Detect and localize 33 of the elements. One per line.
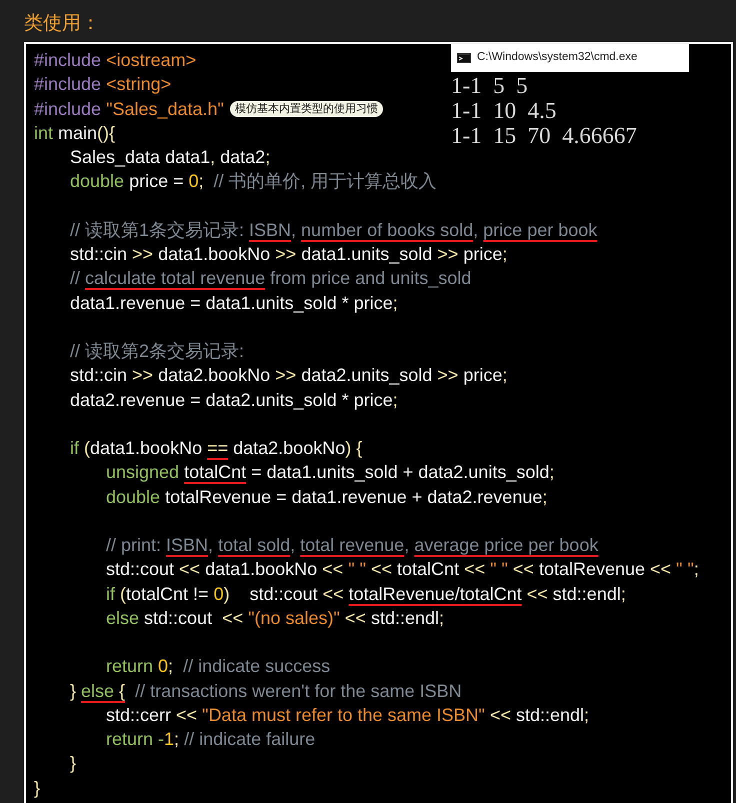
code-line: else std::cout << "(no sales)" << std::endl; [106,606,444,630]
console-output-line: 1-1 15 70 4.66667 [451,123,638,148]
code-line: data1.revenue = data1.units_sold * price; [70,292,398,315]
code-line: } [34,776,40,800]
code-line: // 读取第1条交易记录: ISBN, number of books sold, price per book [70,218,598,242]
code-line: Sales_data data1, data2; [70,146,270,169]
window-title: C:\Windows\system32\cmd.exe [477,50,638,66]
code-line: std::cout << data1.bookNo << " " << totalCnt << " " << totalRevenue << " "; [106,558,699,582]
code-line: data2.revenue = data2.units_sold * price; [70,388,398,412]
code-line: std::cerr << "Data must refer to the same ISBN" << std::endl; [106,704,590,727]
section-heading: 类使用： [24,14,100,33]
code-line: if (data1.bookNo == data2.bookNo) { [70,437,362,460]
annotation-note: 模仿基本内置类型的使用习惯 [230,100,383,117]
code-line: double totalRevenue = data1.revenue + data2.revenue; [106,486,548,508]
code-line: // print: ISBN, total sold, total revenue, average price per book [106,534,598,557]
code-line: std::cin >> data2.bookNo >> data2.units_sold >> price; [70,364,508,388]
code-line: #include <iostream> [34,49,196,72]
console-output-line: 1-1 5 5 [451,73,529,98]
code-line: if (totalCnt != 0) std::cout << totalRevenue/totalCnt << std::endl; [106,582,626,606]
code-line: #include "Sales_data.h" [34,98,224,120]
console-icon [457,53,471,63]
code-line: // 读取第2条交易记录: [70,340,244,363]
console-output-line: 1-1 10 4.5 [451,98,558,123]
code-line: return -1; // indicate failure [106,728,316,751]
code-line: // calculate total revenue from price and units_sold [70,267,472,290]
code-line: unsigned totalCnt = data1.units_sold + data2.units_sold; [106,461,554,484]
code-line: std::cin >> data1.bookNo >> data1.units_sold >> price; [70,243,508,266]
code-line: int main(){ [34,122,116,145]
code-line: double price = 0; // 书的单价, 用于计算总收入 [70,170,437,194]
code-line: } [70,752,76,776]
code-line: #include <string> [34,73,172,96]
code-line: return 0; // indicate success [106,655,330,678]
code-line: } else { // transactions weren't for the same ISBN [70,680,462,703]
